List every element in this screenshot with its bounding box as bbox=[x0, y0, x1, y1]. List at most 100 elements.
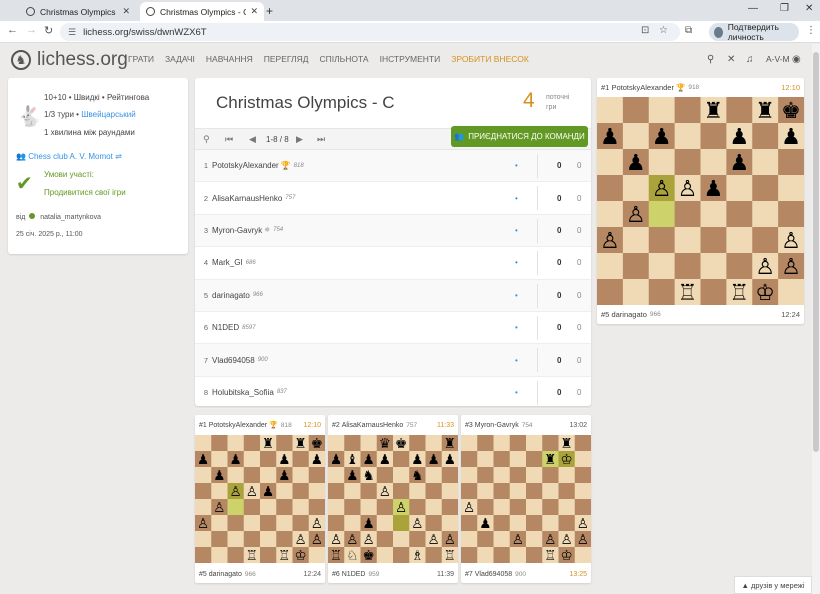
board-square[interactable] bbox=[526, 467, 543, 484]
board-square[interactable] bbox=[542, 515, 559, 532]
board-square[interactable] bbox=[778, 175, 804, 202]
search-icon[interactable]: ⚲ bbox=[203, 134, 210, 145]
board-square[interactable] bbox=[360, 499, 378, 516]
board-square[interactable] bbox=[597, 175, 624, 202]
white-pawn-icon[interactable]: ♙ bbox=[626, 202, 646, 228]
board-square[interactable] bbox=[509, 515, 527, 532]
board-square[interactable] bbox=[542, 435, 559, 452]
black-rook-icon[interactable]: ♜ bbox=[561, 436, 573, 452]
team-link[interactable]: 👥 Chess club A. V. Momot ⇌ bbox=[16, 152, 122, 161]
browser-tab[interactable]: Christmas Olympics - A by A.V. ✕ bbox=[20, 2, 136, 21]
board-square[interactable] bbox=[622, 253, 650, 280]
white-pawn-icon[interactable]: ♙ bbox=[781, 254, 801, 280]
board-square[interactable] bbox=[461, 531, 478, 548]
board-square[interactable] bbox=[393, 451, 410, 468]
board-square[interactable] bbox=[308, 499, 325, 516]
white-pawn-icon[interactable]: ♙ bbox=[295, 532, 307, 548]
board-square[interactable] bbox=[328, 483, 345, 500]
board-square[interactable] bbox=[778, 149, 804, 176]
reload-icon[interactable]: ↻ bbox=[44, 24, 53, 37]
black-pawn-icon[interactable]: ♟ bbox=[213, 468, 225, 484]
board-square[interactable] bbox=[752, 227, 779, 254]
board-square[interactable] bbox=[425, 435, 443, 452]
board-square[interactable] bbox=[509, 467, 527, 484]
board-square[interactable] bbox=[526, 435, 543, 452]
white-pawn-icon[interactable]: ♙ bbox=[444, 532, 456, 548]
board-square[interactable] bbox=[558, 467, 576, 484]
player-name[interactable]: AlisaKarnausHenko bbox=[342, 422, 403, 429]
board-square[interactable] bbox=[648, 149, 676, 176]
black-bishop-icon[interactable]: ♝ bbox=[346, 452, 358, 468]
board-square[interactable] bbox=[674, 97, 701, 124]
black-pawn-icon[interactable]: ♟ bbox=[346, 468, 358, 484]
board-square[interactable] bbox=[328, 515, 345, 532]
black-knight-icon[interactable]: ♞ bbox=[363, 468, 375, 484]
username-link[interactable]: A-V-M bbox=[766, 54, 790, 64]
board-square[interactable] bbox=[308, 547, 325, 563]
last-page-icon[interactable]: ⏭ bbox=[317, 134, 325, 145]
black-pawn-icon[interactable]: ♟ bbox=[781, 124, 801, 150]
board-square[interactable] bbox=[477, 499, 494, 516]
black-pawn-icon[interactable]: ♟ bbox=[411, 452, 423, 468]
board-square[interactable] bbox=[243, 467, 261, 484]
board-square[interactable] bbox=[344, 499, 361, 516]
player-name[interactable]: PototskyAlexander bbox=[611, 83, 674, 92]
board-square[interactable] bbox=[409, 531, 426, 548]
board-square[interactable] bbox=[276, 483, 293, 500]
chess-board[interactable]: ♜ ♜ ♚♟ ♟ ♟ ♟♟ ♟♙ ♙ ♟♙♙ ♙♙ ♙♖ ♖ ♔ bbox=[195, 435, 325, 563]
chess-board[interactable]: ♜ ♜ ♚♟ ♟ ♟ ♟♟ ♟♙ ♙ ♟♙♙ ♙♙ ♙♖ ♖ ♔ bbox=[597, 97, 804, 305]
white-rook-icon[interactable]: ♖ bbox=[444, 548, 456, 563]
board-square[interactable] bbox=[726, 227, 753, 254]
user-avatar-icon[interactable]: ◉ bbox=[792, 54, 801, 65]
board-square[interactable] bbox=[243, 451, 261, 468]
board-square[interactable] bbox=[674, 227, 701, 254]
white-pawn-icon[interactable]: ♙ bbox=[311, 516, 323, 532]
board-square[interactable] bbox=[292, 467, 310, 484]
close-icon[interactable]: ✕ bbox=[122, 6, 130, 17]
forward-icon[interactable]: → bbox=[26, 24, 37, 36]
white-pawn-icon[interactable]: ♙ bbox=[346, 532, 358, 548]
next-page-icon[interactable]: ▶ bbox=[296, 134, 303, 145]
player-name[interactable]: Mark_GI bbox=[212, 258, 243, 267]
white-rook-icon[interactable]: ♖ bbox=[729, 280, 749, 305]
site-logo[interactable]: ♞ lichess.org bbox=[11, 49, 128, 71]
board-square[interactable] bbox=[674, 149, 701, 176]
chess-board[interactable]: ♜♜ ♔♙♟ ♙♙ ♙ ♙ ♙♖ ♔ bbox=[461, 435, 591, 563]
board-square[interactable] bbox=[243, 499, 261, 516]
board-square[interactable] bbox=[393, 515, 410, 532]
board-square[interactable] bbox=[425, 483, 443, 500]
swiss-link[interactable]: Швейцарський bbox=[81, 110, 136, 119]
player-name[interactable]: Vlad694058 bbox=[475, 571, 512, 578]
board-square[interactable] bbox=[509, 547, 527, 563]
board-square[interactable] bbox=[574, 435, 591, 452]
board-square[interactable] bbox=[344, 435, 361, 452]
board-square[interactable] bbox=[622, 97, 650, 124]
white-pawn-icon[interactable]: ♙ bbox=[363, 532, 375, 548]
player-name[interactable]: PototskyAlexander bbox=[209, 422, 267, 429]
board-square[interactable] bbox=[360, 435, 378, 452]
black-king-icon[interactable]: ♚ bbox=[781, 98, 801, 124]
board-square[interactable] bbox=[227, 531, 245, 548]
board-square[interactable] bbox=[260, 547, 277, 563]
player-name[interactable]: darinagato bbox=[611, 310, 646, 319]
white-pawn-icon[interactable]: ♙ bbox=[652, 176, 672, 202]
install-icon[interactable]: ⊡ bbox=[641, 25, 649, 36]
board-square[interactable] bbox=[461, 451, 478, 468]
browser-tab-active[interactable]: Christmas Olympics - C by Ches ✕ bbox=[140, 2, 264, 21]
board-square[interactable] bbox=[597, 279, 624, 305]
board-square[interactable] bbox=[778, 279, 804, 305]
board-square[interactable] bbox=[211, 451, 228, 468]
board-square[interactable] bbox=[195, 531, 212, 548]
board-square[interactable] bbox=[195, 499, 212, 516]
nav-learn[interactable]: НАВЧАННЯ bbox=[206, 54, 253, 64]
black-pawn-icon[interactable]: ♟ bbox=[428, 452, 440, 468]
white-pawn-icon[interactable]: ♙ bbox=[577, 532, 589, 548]
board-square[interactable] bbox=[526, 499, 543, 516]
scrollbar-thumb[interactable] bbox=[813, 52, 819, 452]
board-square[interactable] bbox=[648, 227, 676, 254]
board-square[interactable] bbox=[526, 547, 543, 563]
white-king-icon[interactable]: ♔ bbox=[561, 548, 573, 563]
black-pawn-icon[interactable]: ♟ bbox=[729, 150, 749, 176]
black-rook-icon[interactable]: ♜ bbox=[295, 436, 307, 452]
black-rook-icon[interactable]: ♜ bbox=[544, 452, 556, 468]
